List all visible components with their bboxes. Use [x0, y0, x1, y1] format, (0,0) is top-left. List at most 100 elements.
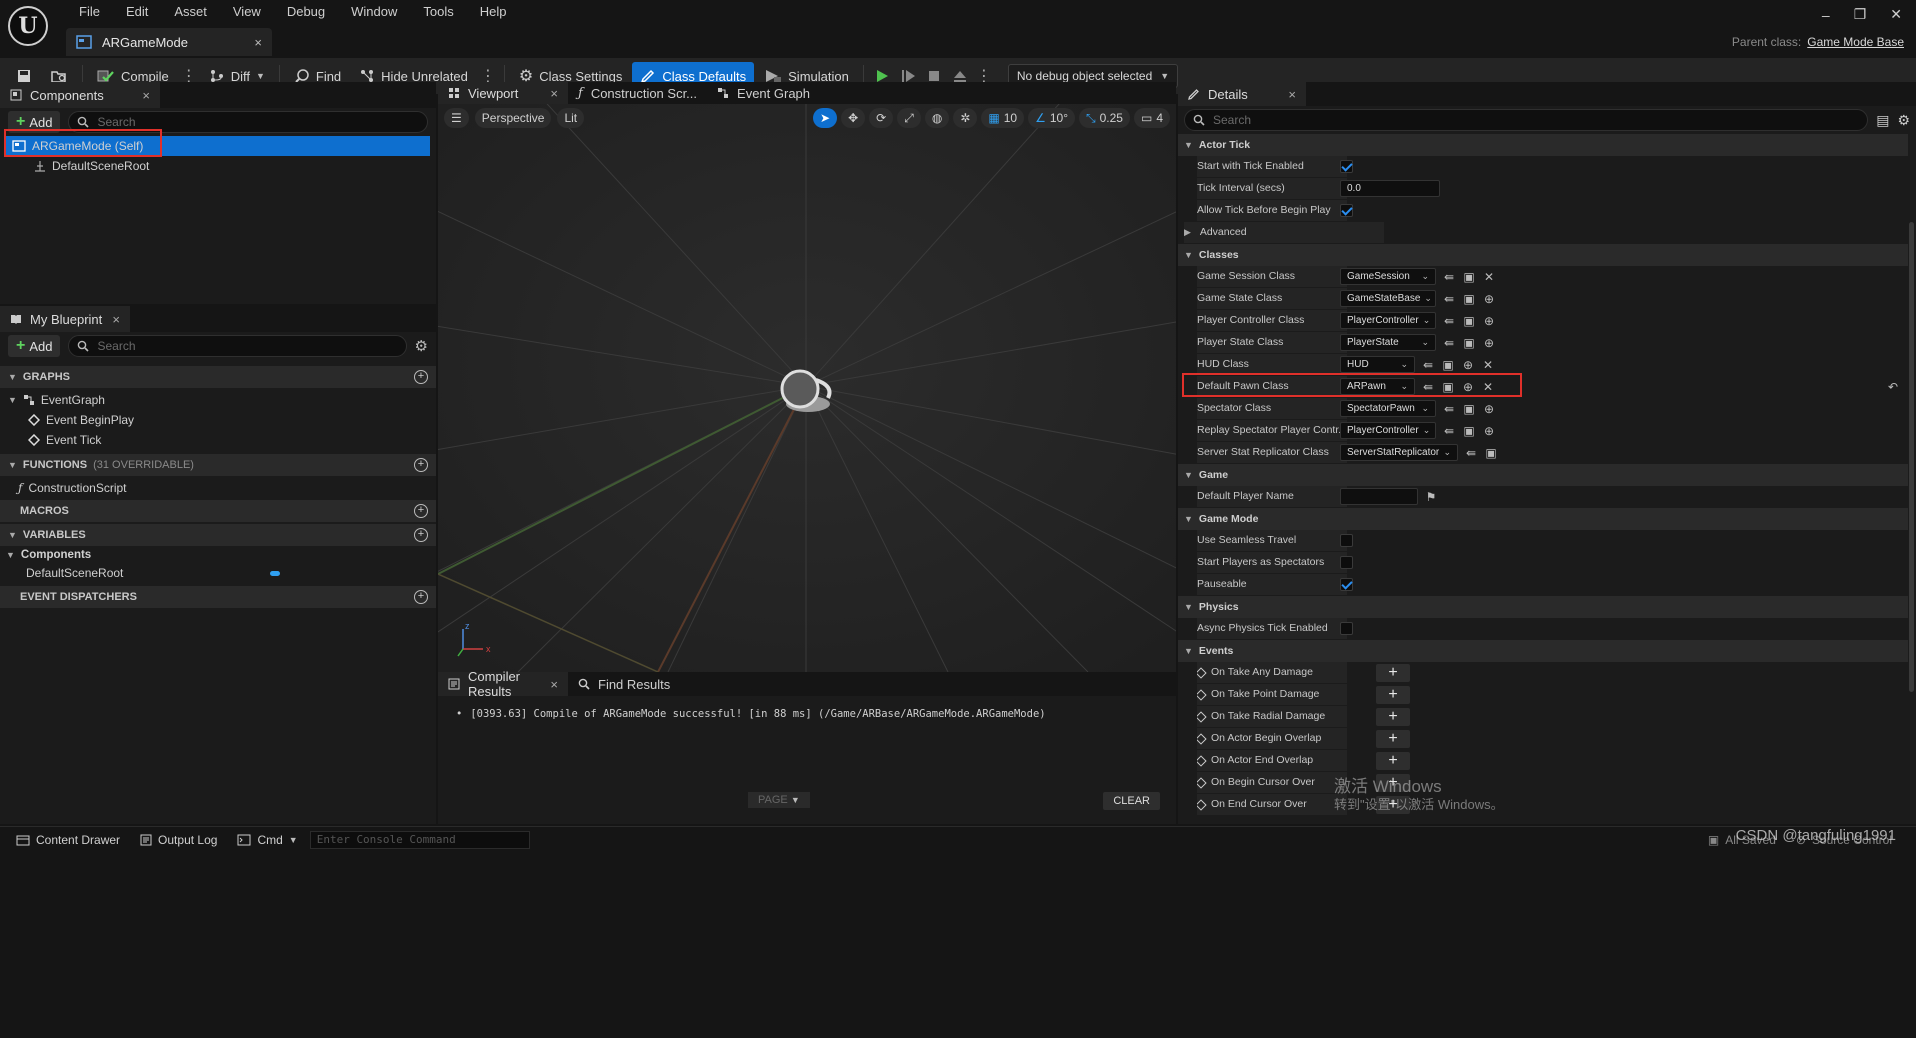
section-events[interactable]: ▼ Events — [1178, 640, 1908, 662]
select-tool-button[interactable]: ➤ — [813, 108, 838, 128]
details-search[interactable] — [1184, 109, 1869, 131]
perspective-button[interactable]: Perspective — [474, 108, 552, 128]
minimize-icon[interactable]: – — [1822, 7, 1830, 23]
browse-icon[interactable]: ▣ — [1484, 446, 1498, 460]
section-game[interactable]: ▼ Game — [1178, 464, 1908, 486]
browse-icon[interactable]: ▣ — [1441, 358, 1455, 372]
settings-gear-icon[interactable]: ⚙ — [1897, 112, 1910, 129]
camera-speed-button[interactable]: ▭ 4 — [1133, 108, 1170, 128]
flag-icon[interactable]: ⚑ — [1424, 490, 1438, 504]
console-command-input[interactable]: Enter Console Command — [309, 830, 530, 849]
menu-help[interactable]: Help — [467, 3, 520, 21]
allow-tick-checkbox[interactable] — [1340, 204, 1353, 217]
scale-tool-button[interactable]: ⤢ — [897, 108, 921, 128]
start-spectators-checkbox[interactable] — [1340, 556, 1353, 569]
clear-x-icon[interactable]: ✕ — [1481, 380, 1495, 394]
menu-file[interactable]: File — [66, 3, 113, 21]
components-search-input[interactable] — [97, 115, 419, 129]
browse-icon[interactable]: ▣ — [1462, 270, 1476, 284]
add-function-icon[interactable]: + — [414, 458, 428, 472]
browse-icon[interactable]: ▣ — [1441, 380, 1455, 394]
add-circle-icon[interactable]: ⊕ — [1482, 292, 1496, 306]
class-select[interactable]: GameSession ⌄ — [1340, 268, 1436, 285]
add-dispatcher-icon[interactable]: + — [414, 590, 428, 604]
tab-find-results[interactable]: Find Results — [568, 672, 680, 696]
add-circle-icon[interactable]: ⊕ — [1461, 358, 1475, 372]
start-tick-checkbox[interactable] — [1340, 160, 1353, 173]
window-close-icon[interactable]: ✕ — [1890, 6, 1902, 23]
tab-details[interactable]: Details × — [1178, 82, 1306, 106]
add-circle-icon[interactable]: ⊕ — [1482, 336, 1496, 350]
close-icon[interactable]: × — [1288, 87, 1296, 102]
move-tool-button[interactable]: ✥ — [841, 108, 866, 128]
component-default-scene-root[interactable]: DefaultSceneRoot — [6, 156, 430, 176]
menu-edit[interactable]: Edit — [113, 3, 161, 21]
tab-construction-script[interactable]: ƒ Construction Scr... — [568, 82, 707, 104]
class-select[interactable]: PlayerController ⌄ — [1340, 422, 1436, 439]
graphs-section[interactable]: ▼ GRAPHS + — [0, 366, 436, 388]
close-icon[interactable]: × — [254, 35, 262, 50]
tick-interval-input[interactable]: 0.0 — [1340, 180, 1440, 197]
add-macro-icon[interactable]: + — [414, 504, 428, 518]
details-search-input[interactable] — [1213, 113, 1860, 127]
tab-components[interactable]: Components × — [0, 82, 160, 108]
clear-x-icon[interactable]: ✕ — [1482, 270, 1496, 284]
menu-view[interactable]: View — [220, 3, 274, 21]
add-circle-icon[interactable]: ⊕ — [1461, 380, 1475, 394]
add-circle-icon[interactable]: ⊕ — [1482, 402, 1496, 416]
clear-button[interactable]: CLEAR — [1103, 792, 1160, 810]
section-actor-tick[interactable]: ▼ Actor Tick — [1178, 134, 1908, 156]
restore-icon[interactable]: ❐ — [1854, 6, 1867, 23]
browse-icon[interactable]: ▣ — [1462, 336, 1476, 350]
menu-asset[interactable]: Asset — [161, 3, 220, 21]
clear-x-icon[interactable]: ✕ — [1481, 358, 1495, 372]
settings-gear-icon[interactable]: ⚙ — [415, 337, 428, 355]
component-self[interactable]: ARGameMode (Self) — [6, 136, 430, 156]
my-blueprint-search-input[interactable] — [97, 339, 398, 353]
class-select[interactable]: GameStateBase ⌄ — [1340, 290, 1436, 307]
cmd-button[interactable]: Cmd ▼ — [229, 829, 305, 851]
browse-icon[interactable]: ▣ — [1462, 402, 1476, 416]
use-selected-icon[interactable]: ⇚ — [1442, 292, 1456, 306]
event-tick[interactable]: Event Tick — [0, 430, 436, 450]
world-space-button[interactable]: ◍ — [924, 108, 950, 128]
content-drawer-button[interactable]: Content Drawer — [8, 829, 128, 851]
use-selected-icon[interactable]: ⇚ — [1464, 446, 1478, 460]
surface-snap-button[interactable]: ✲ — [953, 108, 978, 128]
macros-section[interactable]: MACROS + — [0, 500, 436, 522]
tab-viewport[interactable]: Viewport × — [438, 82, 568, 104]
browse-icon[interactable]: ▣ — [1462, 424, 1476, 438]
add-event-button[interactable]: + — [1376, 685, 1410, 704]
class-select[interactable]: SpectatorPawn ⌄ — [1340, 400, 1436, 417]
menu-tools[interactable]: Tools — [410, 3, 466, 21]
add-component-button[interactable]: + Add — [8, 111, 61, 133]
reset-to-default-icon[interactable]: ↶ — [1888, 380, 1898, 394]
functions-section[interactable]: ▼ FUNCTIONS (31 OVERRIDABLE) + — [0, 454, 436, 476]
lit-button[interactable]: Lit — [557, 108, 585, 128]
use-selected-icon[interactable]: ⇚ — [1442, 270, 1456, 284]
add-event-button[interactable]: + — [1376, 707, 1410, 726]
page-button[interactable]: PAGE ▼ — [748, 792, 810, 808]
row-advanced[interactable]: ▶ Advanced — [1178, 222, 1908, 244]
add-variable-icon[interactable]: + — [414, 528, 428, 542]
close-icon[interactable]: × — [550, 677, 558, 692]
pauseable-checkbox[interactable] — [1340, 578, 1353, 591]
add-graph-icon[interactable]: + — [414, 370, 428, 384]
table-view-icon[interactable]: ▤ — [1876, 112, 1889, 129]
rotation-snap-button[interactable]: ∠ 10° — [1028, 108, 1075, 128]
viewport-menu-button[interactable]: ☰ — [444, 108, 469, 128]
menu-window[interactable]: Window — [338, 3, 410, 21]
add-circle-icon[interactable]: ⊕ — [1482, 314, 1496, 328]
parent-class-link[interactable]: Game Mode Base — [1807, 35, 1904, 49]
tab-compiler-results[interactable]: Compiler Results × — [438, 669, 568, 699]
document-tab[interactable]: ARGameMode × — [66, 28, 272, 56]
section-classes[interactable]: ▼ Classes — [1178, 244, 1908, 266]
event-begin-play[interactable]: Event BeginPlay — [0, 410, 436, 430]
event-dispatchers-section[interactable]: EVENT DISPATCHERS + — [0, 586, 436, 608]
unreal-logo-icon[interactable]: U — [8, 6, 48, 46]
browse-icon[interactable]: ▣ — [1462, 314, 1476, 328]
add-circle-icon[interactable]: ⊕ — [1482, 424, 1496, 438]
async-physics-checkbox[interactable] — [1340, 622, 1353, 635]
add-event-button[interactable]: + — [1376, 751, 1410, 770]
seamless-travel-checkbox[interactable] — [1340, 534, 1353, 547]
